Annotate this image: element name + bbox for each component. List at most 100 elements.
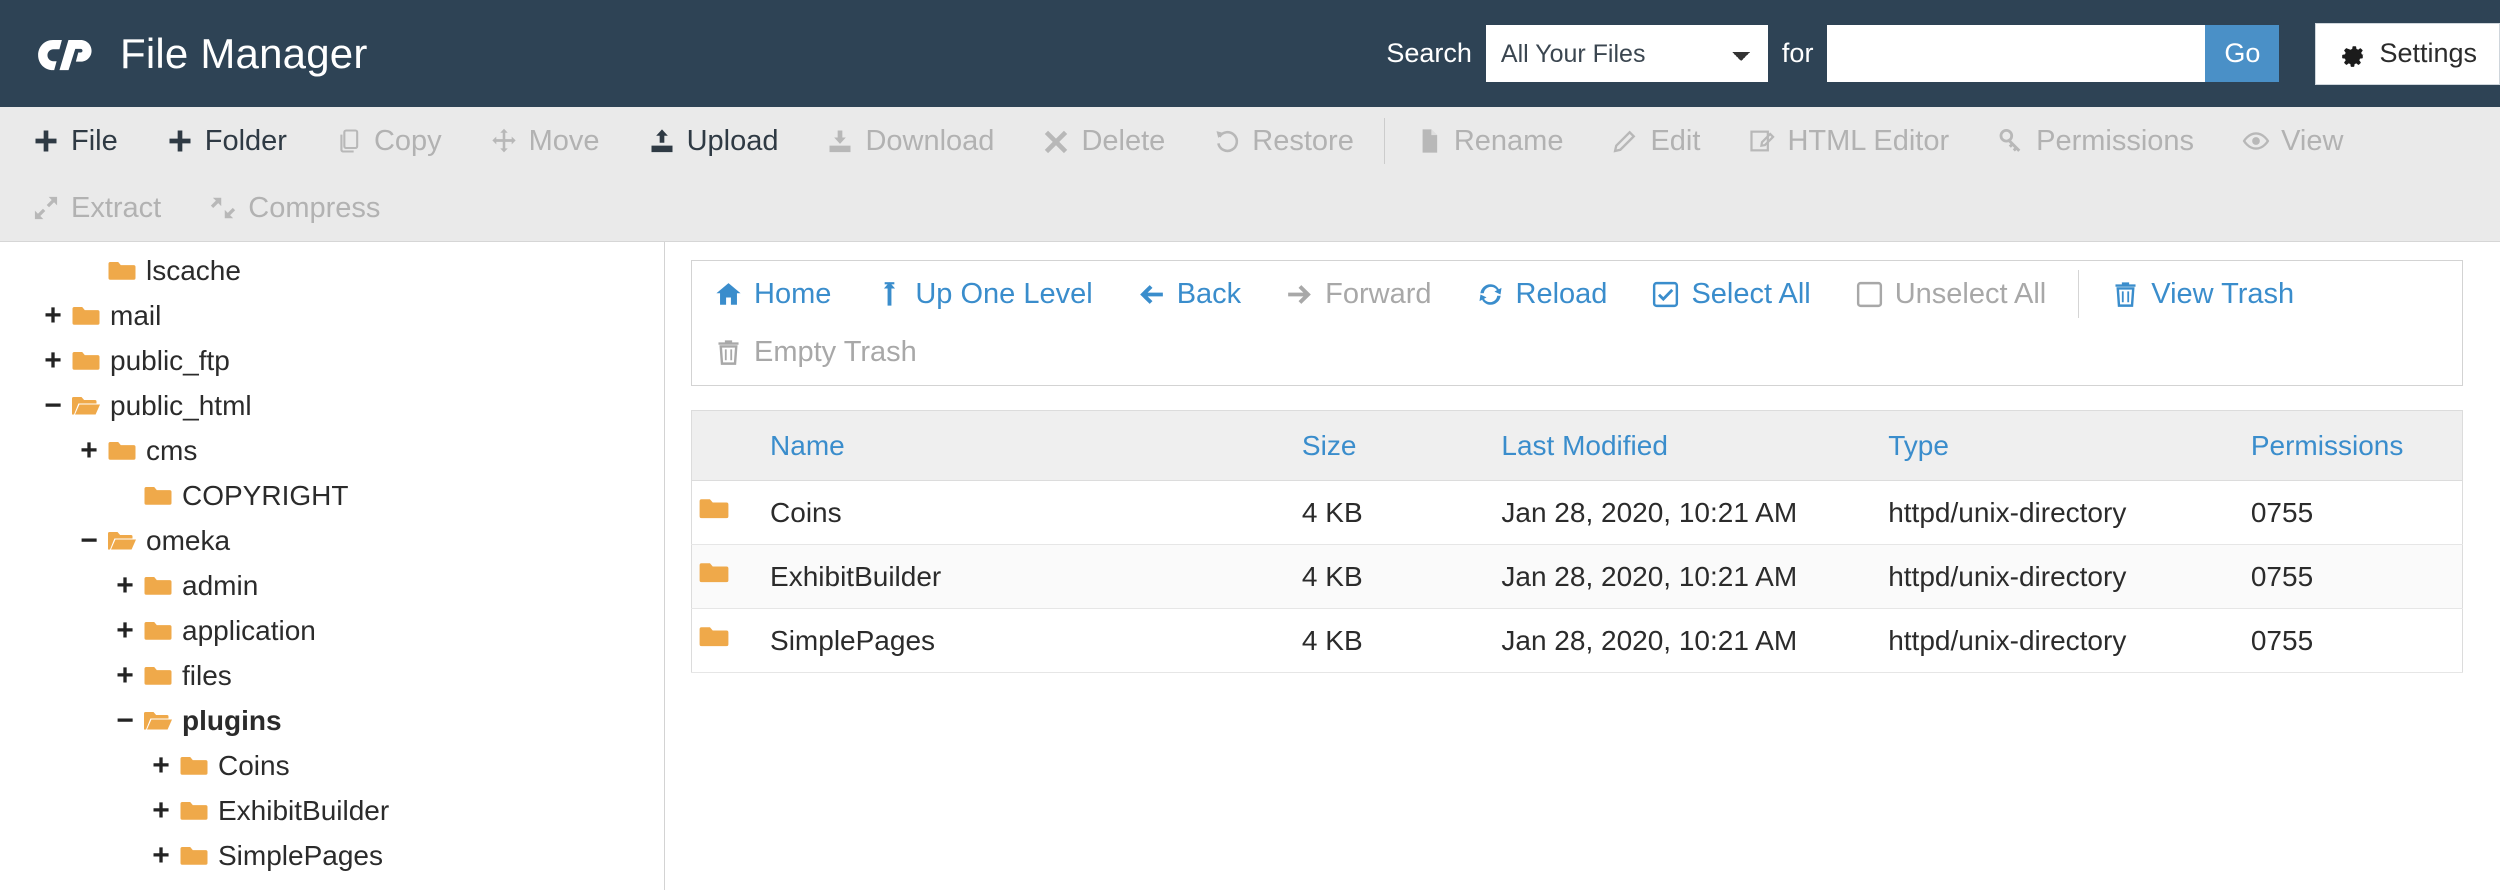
toolbar-button-label: Delete (1081, 124, 1166, 157)
tree-toggle-icon[interactable]: − (76, 525, 102, 556)
toolbar-rename-button: Rename (1391, 107, 1588, 175)
tree-item-label: Coins (218, 749, 290, 781)
tree-item-coins[interactable]: + Coins (0, 743, 664, 788)
file-table-header-row: Name Size Last Modified Type Permissions (691, 410, 2463, 481)
tree-item-application[interactable]: + application (0, 608, 664, 653)
tree-item-exhibitbuilder[interactable]: + ExhibitBuilder (0, 788, 664, 833)
tree-item-mail[interactable]: + mail (0, 293, 664, 338)
search-input[interactable] (1827, 25, 2206, 82)
search-scope-select[interactable]: All Your Files (1485, 25, 1768, 82)
tree-toggle-icon[interactable]: + (112, 615, 138, 646)
toolbar-button-label: Folder (204, 124, 287, 157)
tree-toggle-icon[interactable]: + (148, 750, 174, 781)
open-folder-icon (107, 529, 137, 553)
tree-toggle-icon[interactable]: + (148, 795, 174, 826)
tree-item-files[interactable]: + files (0, 653, 664, 698)
nav-forward-button: Forward (1263, 265, 1453, 323)
nav-back-button[interactable]: Back (1115, 265, 1263, 323)
column-header-type[interactable]: Type (1882, 410, 2245, 481)
restore-icon (1213, 127, 1241, 155)
download-icon (826, 127, 854, 155)
folder-icon (179, 799, 209, 823)
settings-button[interactable]: Settings (2315, 22, 2500, 85)
tree-toggle-icon[interactable]: + (40, 345, 66, 376)
toolbar-folder-button[interactable]: Folder (142, 107, 311, 175)
tree-toggle-icon[interactable]: − (40, 390, 66, 421)
toolbar-row-primary: File Folder Copy Move Upload Download Delete Re… (8, 107, 2500, 175)
tree-item-label: cms (146, 434, 198, 466)
tree-toggle-icon[interactable]: + (148, 840, 174, 871)
tree-item-label: COPYRIGHT (182, 479, 349, 511)
header-search-area: Search All Your Files for Go Settings (1386, 0, 2500, 107)
tree-item-label: omeka (146, 524, 231, 556)
nav-select-all-button[interactable]: Select All (1629, 265, 1832, 323)
tree-toggle-icon[interactable]: − (112, 705, 138, 736)
row-name-cell[interactable]: Coins (764, 480, 1296, 545)
toolbar-button-label: Upload (686, 124, 779, 157)
tree-item-public_ftp[interactable]: + public_ftp (0, 338, 664, 383)
tree-toggle-icon[interactable]: + (40, 300, 66, 331)
nav-button-label: Unselect All (1894, 277, 2047, 310)
folder-icon (179, 754, 209, 778)
plus-icon (32, 127, 60, 155)
file-table-head: Name Size Last Modified Type Permissions (691, 410, 2463, 481)
folder-icon (143, 619, 173, 643)
tree-item-label: SimplePages (218, 839, 383, 871)
tree-toggle-icon[interactable]: + (112, 660, 138, 691)
tree-toggle-icon[interactable]: + (76, 435, 102, 466)
tree-item-copyright[interactable]: +COPYRIGHT (0, 473, 664, 518)
tree-item-plugins[interactable]: − plugins (0, 698, 664, 743)
tree-item-lscache[interactable]: +lscache (0, 248, 664, 293)
key-icon (1997, 127, 2025, 155)
column-header-permissions[interactable]: Permissions (2244, 410, 2463, 481)
right-arrow-icon (1285, 280, 1314, 309)
table-row[interactable]: Coins 4 KB Jan 28, 2020, 10:21 AM httpd/uni… (691, 480, 2463, 545)
search-go-button[interactable]: Go (2205, 25, 2280, 82)
nav-button-label: Select All (1691, 277, 1811, 310)
toolbar-file-button[interactable]: File (8, 107, 142, 175)
navigation-bar: Home Up One Level Back Forward Reload Select … (691, 260, 2463, 386)
nav-reload-button[interactable]: Reload (1454, 265, 1630, 323)
tree-item-public_html[interactable]: − public_html (0, 383, 664, 428)
folder-icon (179, 844, 209, 868)
column-header-last-modified[interactable]: Last Modified (1495, 410, 1883, 481)
open-folder-icon (143, 709, 173, 733)
row-name-label: SimplePages (770, 624, 936, 656)
search-label: Search (1386, 38, 1472, 68)
toolbar-restore-button: Restore (1189, 107, 1378, 175)
tree-toggle-icon[interactable]: + (112, 885, 138, 890)
nav-home-button[interactable]: Home (692, 265, 853, 323)
upload-icon (648, 127, 676, 155)
nav-button-label: Reload (1515, 277, 1608, 310)
toolbar-upload-button[interactable]: Upload (624, 107, 803, 175)
row-name-cell[interactable]: SimplePages (764, 608, 1296, 673)
column-header-size[interactable]: Size (1295, 410, 1496, 481)
gear-icon (2340, 40, 2367, 67)
row-type-cell: httpd/unix-directory (1882, 608, 2245, 673)
toolbar-permissions-button: Permissions (1973, 107, 2218, 175)
row-name-cell[interactable]: ExhibitBuilder (764, 544, 1296, 609)
nav-view-trash-button[interactable]: View Trash (2089, 265, 2316, 323)
html-editor-icon (1748, 127, 1776, 155)
directory-tree-sidebar[interactable]: +lscache+mail+public_ftp−public_html+cms… (0, 242, 665, 890)
tree-item-label: ExhibitBuilder (218, 794, 390, 826)
column-header-name[interactable]: Name (764, 410, 1296, 481)
tree-item-themes[interactable]: + themes (0, 878, 664, 890)
cpanel-logo-icon (36, 28, 98, 80)
row-name-label: ExhibitBuilder (770, 560, 942, 592)
tree-item-cms[interactable]: + cms (0, 428, 664, 473)
tree-toggle-icon[interactable]: + (112, 570, 138, 601)
table-row[interactable]: ExhibitBuilder 4 KB Jan 28, 2020, 10:21 AM… (691, 544, 2463, 609)
toolbar-button-label: Edit (1650, 124, 1701, 157)
toolbar-button-label: Permissions (2036, 124, 2195, 157)
tree-item-label: public_ftp (110, 344, 230, 376)
tree-item-omeka[interactable]: − omeka (0, 518, 664, 563)
tree-item-admin[interactable]: + admin (0, 563, 664, 608)
nav-up-one-level-button[interactable]: Up One Level (853, 265, 1114, 323)
table-row[interactable]: SimplePages 4 KB Jan 28, 2020, 10:21 AM htt… (691, 608, 2463, 673)
tree-item-simplepages[interactable]: + SimplePages (0, 833, 664, 878)
search-for-label: for (1781, 38, 1814, 68)
tree-item-label: application (182, 614, 316, 646)
toolbar-move-button: Move (466, 107, 624, 175)
row-modified-cell: Jan 28, 2020, 10:21 AM (1495, 480, 1883, 545)
